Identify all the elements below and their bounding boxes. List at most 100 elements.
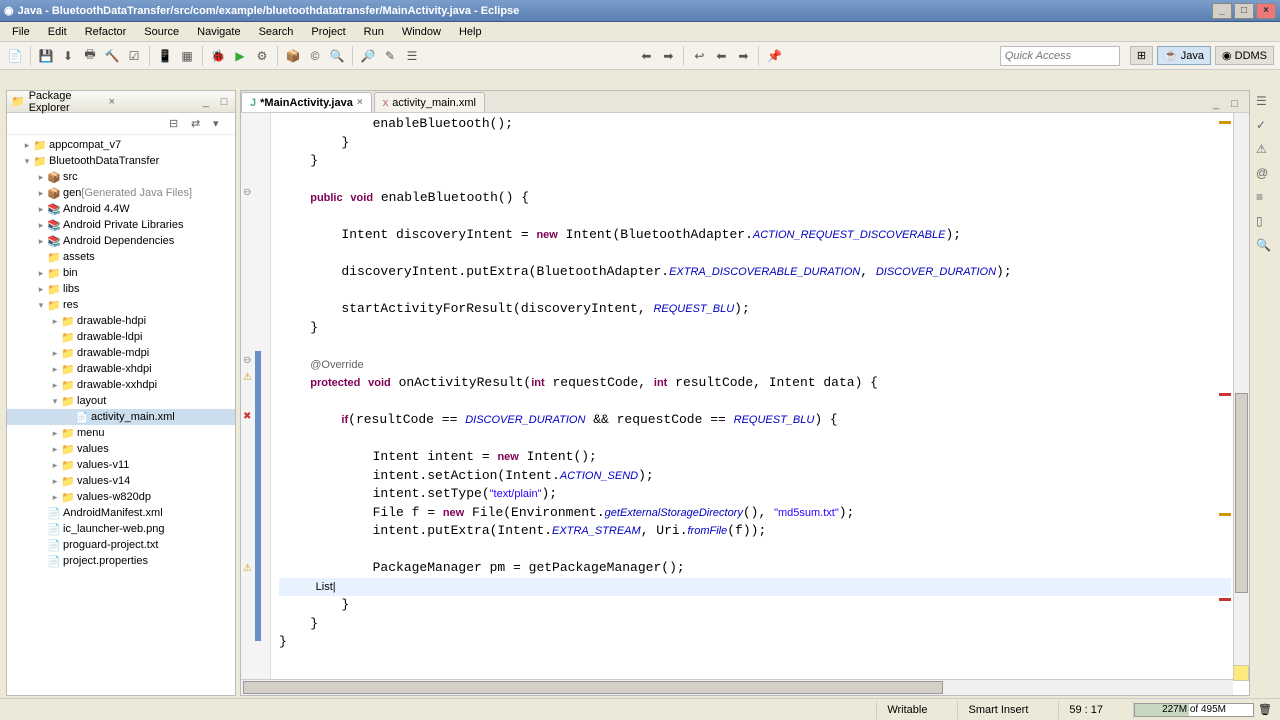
search-icon[interactable]: 🔎 [359,47,377,65]
link-editor-icon[interactable]: ⇄ [191,117,205,131]
java-perspective-button[interactable]: ☕Java [1157,46,1211,65]
tree-item[interactable]: ▸📁appcompat_v7 [7,137,235,153]
tree-item[interactable]: 📄activity_main.xml [7,409,235,425]
project-tree[interactable]: ▸📁appcompat_v7▾📁BluetoothDataTransfer▸📦s… [7,135,235,695]
expand-icon[interactable]: ▸ [35,204,47,215]
vertical-scrollbar[interactable] [1233,113,1249,679]
declaration-icon[interactable]: ≡ [1256,190,1272,206]
tab-activity-main-xml[interactable]: x activity_main.xml [374,92,485,112]
editor-gutter[interactable]: ⊖ ⊖ ⚠ ✖ ⚠ [241,113,271,679]
tree-item[interactable]: ▸📦src [7,169,235,185]
javadoc-icon[interactable]: @ [1256,166,1272,182]
expand-icon[interactable]: ▸ [49,492,61,503]
fold-icon[interactable]: ⊖ [243,187,255,199]
code-editor[interactable]: ⊖ ⊖ ⚠ ✖ ⚠ enableBluetooth(); } } public … [241,113,1249,695]
close-button[interactable]: × [1256,3,1276,19]
expand-icon[interactable]: ▸ [35,188,47,199]
vertical-scroll-thumb[interactable] [1235,393,1248,593]
tab-mainactivity[interactable]: J *MainActivity.java × [241,92,372,112]
maximize-button[interactable]: □ [1234,3,1254,19]
back-icon[interactable]: ⬅ [637,47,655,65]
expand-icon[interactable]: ▸ [49,364,61,375]
expand-icon[interactable]: ▸ [35,172,47,183]
menu-refactor[interactable]: Refactor [77,24,135,40]
menu-source[interactable]: Source [136,24,187,40]
avd-icon[interactable]: ▦ [178,47,196,65]
overview-ruler[interactable] [1219,113,1231,679]
expand-icon[interactable]: ▸ [49,444,61,455]
menu-search[interactable]: Search [251,24,302,40]
menu-run[interactable]: Run [356,24,392,40]
tree-item[interactable]: ▾📁layout [7,393,235,409]
problems-icon[interactable]: ⚠ [1256,142,1272,158]
open-type-icon[interactable]: 🔍 [328,47,346,65]
task-list-icon[interactable]: ✓ [1256,118,1272,134]
forward-icon[interactable]: ➡ [659,47,677,65]
view-maximize-icon[interactable]: □ [217,95,231,109]
view-minimize-icon[interactable]: _ [199,95,213,109]
console-icon[interactable]: ▯ [1256,214,1272,230]
expand-icon[interactable]: ▸ [35,220,47,231]
menu-navigate[interactable]: Navigate [189,24,248,40]
quick-access-input[interactable] [1000,46,1120,66]
code-content[interactable]: enableBluetooth(); } } public void enabl… [271,113,1231,679]
toggle-icon[interactable]: ☑ [125,47,143,65]
tree-item[interactable]: ▸📁drawable-hdpi [7,313,235,329]
tree-item[interactable]: ▾📁BluetoothDataTransfer [7,153,235,169]
expand-icon[interactable]: ▸ [49,316,61,327]
tree-item[interactable]: 📄proguard-project.txt [7,537,235,553]
tree-item[interactable]: ▸📚Android Private Libraries [7,217,235,233]
android-sdk-icon[interactable]: 📱 [156,47,174,65]
nav-back-icon[interactable]: ⬅ [712,47,730,65]
collapse-all-icon[interactable]: ⊟ [169,117,183,131]
new-icon[interactable]: 📄 [6,47,24,65]
heap-status[interactable]: 227M of 495M [1134,703,1254,717]
task-icon[interactable]: ☰ [403,47,421,65]
view-close-icon[interactable]: × [105,95,119,109]
expand-icon[interactable]: ▸ [35,268,47,279]
expand-icon[interactable]: ▾ [21,156,33,167]
tree-item[interactable]: ▸📦gen [Generated Java Files] [7,185,235,201]
expand-icon[interactable]: ▸ [49,428,61,439]
horizontal-scroll-thumb[interactable] [243,681,943,694]
save-icon[interactable]: 💾 [37,47,55,65]
tree-item[interactable]: ▸📁drawable-mdpi [7,345,235,361]
tree-item[interactable]: ▸📚Android 4.4W [7,201,235,217]
menu-project[interactable]: Project [303,24,353,40]
fold-icon[interactable]: ⊖ [243,355,255,367]
tree-item[interactable]: 📄AndroidManifest.xml [7,505,235,521]
expand-icon[interactable]: ▾ [49,396,61,407]
expand-icon[interactable]: ▸ [49,348,61,359]
new-package-icon[interactable]: 📦 [284,47,302,65]
tree-item[interactable]: 📁assets [7,249,235,265]
editor-maximize-icon[interactable]: □ [1231,98,1245,112]
expand-icon[interactable]: ▸ [49,476,61,487]
tab-close-icon[interactable]: × [357,97,363,108]
tree-item[interactable]: ▸📁values-v11 [7,457,235,473]
expand-icon[interactable]: ▸ [49,460,61,471]
tree-item[interactable]: ▾📁res [7,297,235,313]
gc-icon[interactable]: 🗑 [1258,703,1272,716]
save-all-icon[interactable]: ⬇ [59,47,77,65]
editor-minimize-icon[interactable]: _ [1213,98,1227,112]
debug-icon[interactable]: 🐞 [209,47,227,65]
expand-icon[interactable]: ▸ [35,236,47,247]
pin-icon[interactable]: 📌 [765,47,783,65]
tree-item[interactable]: ▸📁bin [7,265,235,281]
tree-item[interactable]: ▸📁values-w820dp [7,489,235,505]
outline-icon[interactable]: ☰ [1256,94,1272,110]
expand-icon[interactable]: ▾ [35,300,47,311]
tree-item[interactable]: ▸📁values [7,441,235,457]
expand-icon[interactable]: ▸ [35,284,47,295]
menu-file[interactable]: File [4,24,38,40]
annotation-icon[interactable]: ✎ [381,47,399,65]
external-tools-icon[interactable]: ⚙ [253,47,271,65]
tree-item[interactable]: ▸📁values-v14 [7,473,235,489]
tree-item[interactable]: ▸📁libs [7,281,235,297]
tree-item[interactable]: ▸📁drawable-xxhdpi [7,377,235,393]
ddms-perspective-button[interactable]: ◉DDMS [1215,46,1274,65]
menu-window[interactable]: Window [394,24,449,40]
open-perspective-button[interactable]: ⊞ [1130,46,1153,65]
last-edit-icon[interactable]: ↩ [690,47,708,65]
tree-item[interactable]: 📄ic_launcher-web.png [7,521,235,537]
